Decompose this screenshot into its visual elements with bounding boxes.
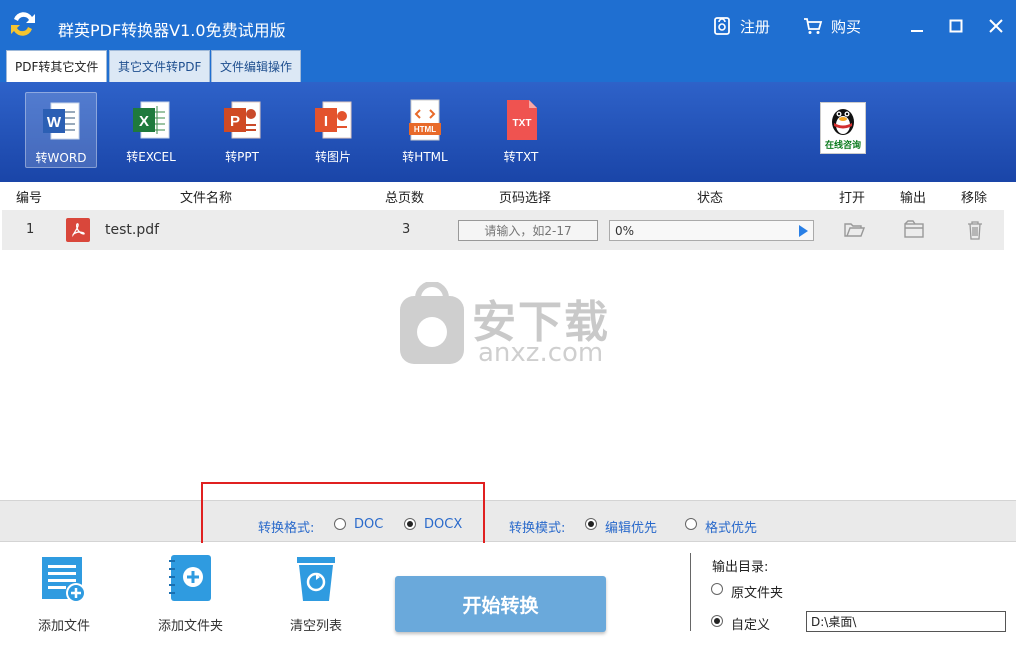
tool-to-html[interactable]: HTML 转HTML bbox=[389, 92, 461, 168]
tab-other-to-pdf[interactable]: 其它文件转PDF bbox=[109, 50, 211, 82]
ppt-icon: P bbox=[224, 101, 261, 139]
tool-to-image[interactable]: I 转图片 bbox=[297, 92, 369, 168]
conversion-toolbar: W 转WORD X 转EXCEL P 转PPT I 转图片 HTML 转HTML… bbox=[0, 82, 1016, 182]
register-label: 注册 bbox=[740, 17, 771, 36]
col-no: 编号 bbox=[16, 191, 43, 206]
online-consult-button[interactable]: 在线咨询 bbox=[820, 102, 866, 154]
add-file-button[interactable]: 添加文件 bbox=[38, 553, 90, 634]
output-folder-icon[interactable] bbox=[903, 220, 925, 240]
start-conversion-button[interactable]: 开始转换 bbox=[395, 576, 606, 632]
tab-bar: PDF转其它文件 其它文件转PDF 文件编辑操作 bbox=[0, 46, 1016, 82]
tool-to-excel-label: 转EXCEL bbox=[126, 150, 176, 164]
pdf-file-icon bbox=[66, 218, 90, 242]
mode-layout-label[interactable]: 格式优先 bbox=[705, 517, 757, 536]
excel-icon-letter: X bbox=[139, 113, 149, 130]
word-icon-letter: W bbox=[47, 114, 62, 131]
ppt-icon-letter: P bbox=[230, 113, 240, 130]
txt-icon-text: TXT bbox=[513, 118, 532, 129]
progress-text: 0% bbox=[615, 224, 635, 238]
tab-file-edit[interactable]: 文件编辑操作 bbox=[211, 50, 302, 82]
qq-penguin-icon bbox=[832, 109, 854, 135]
minimize-button[interactable] bbox=[905, 14, 929, 38]
excel-icon: X bbox=[133, 101, 170, 139]
close-icon bbox=[989, 19, 1003, 33]
col-remove: 移除 bbox=[961, 191, 988, 206]
maximize-button[interactable] bbox=[944, 14, 968, 38]
buy-button[interactable]: 购买 bbox=[803, 15, 861, 37]
tool-to-txt[interactable]: TXT 转TXT bbox=[485, 92, 557, 168]
col-name: 文件名称 bbox=[180, 191, 233, 206]
html-icon: HTML bbox=[409, 99, 441, 141]
image-icon: I bbox=[315, 101, 352, 139]
maximize-icon bbox=[949, 19, 963, 33]
tool-to-html-label: 转HTML bbox=[402, 150, 448, 164]
output-original-label[interactable]: 原文件夹 bbox=[731, 582, 783, 601]
options-bar: 转换格式: DOC DOCX 转换模式: 编辑优先 格式优先 bbox=[0, 500, 1016, 542]
output-custom-radio[interactable] bbox=[711, 615, 723, 627]
col-status: 状态 bbox=[697, 191, 724, 206]
add-folder-icon bbox=[168, 555, 211, 601]
tool-to-txt-label: 转TXT bbox=[503, 150, 539, 164]
tool-to-excel[interactable]: X 转EXCEL bbox=[115, 92, 187, 168]
row-no: 1 bbox=[26, 222, 35, 237]
mode-edit-radio[interactable] bbox=[585, 518, 597, 530]
trash-icon[interactable] bbox=[964, 220, 986, 240]
clear-list-button[interactable]: 清空列表 bbox=[290, 553, 342, 634]
tab-pdf-to-other[interactable]: PDF转其它文件 bbox=[6, 50, 108, 82]
col-range: 页码选择 bbox=[499, 191, 552, 206]
mode-label: 转换模式: bbox=[509, 521, 566, 536]
play-icon[interactable] bbox=[799, 225, 808, 237]
buy-label: 购买 bbox=[831, 17, 862, 36]
bottom-panel: 添加文件 添加文件夹 清空列表 开始转换 输出目录: 原文件夹 自定义 bbox=[0, 543, 1016, 655]
online-consult-label: 在线咨询 bbox=[824, 141, 861, 151]
tool-to-ppt-label: 转PPT bbox=[225, 150, 259, 164]
clear-list-label: 清空列表 bbox=[290, 619, 343, 634]
watermark-en: anxz.com bbox=[478, 338, 604, 368]
col-open: 打开 bbox=[839, 191, 866, 206]
output-custom-label[interactable]: 自定义 bbox=[731, 614, 770, 633]
minimize-icon bbox=[911, 30, 923, 32]
word-icon: W bbox=[43, 102, 80, 140]
output-dir-label: 输出目录: bbox=[712, 560, 769, 575]
add-folder-label: 添加文件夹 bbox=[158, 619, 224, 634]
tool-to-word-label: 转WORD bbox=[35, 151, 87, 165]
output-original-radio[interactable] bbox=[711, 583, 723, 595]
row-file-name: test.pdf bbox=[105, 222, 160, 238]
bottom-divider bbox=[690, 553, 691, 631]
tool-to-word[interactable]: W 转WORD bbox=[25, 92, 97, 168]
register-button[interactable]: 注册 bbox=[712, 15, 770, 37]
html-icon-text: HTML bbox=[414, 125, 436, 134]
table-row[interactable]: 1 test.pdf 3 0% bbox=[2, 210, 1004, 250]
app-logo-icon bbox=[11, 12, 35, 36]
add-folder-button[interactable]: 添加文件夹 bbox=[158, 553, 223, 634]
close-button[interactable] bbox=[984, 14, 1008, 38]
lock-icon bbox=[714, 17, 730, 35]
annotation-highlight-box bbox=[201, 482, 485, 548]
mode-edit-label[interactable]: 编辑优先 bbox=[605, 517, 657, 536]
app-title: 群英PDF转换器V1.0免费试用版 bbox=[58, 21, 286, 40]
col-pages: 总页数 bbox=[385, 191, 425, 206]
add-file-icon bbox=[42, 557, 86, 603]
file-table-header: 编号 文件名称 总页数 页码选择 状态 打开 输出 移除 bbox=[0, 182, 1016, 208]
recycle-bin-icon bbox=[297, 557, 335, 601]
page-range-input[interactable] bbox=[458, 220, 598, 241]
cart-icon bbox=[804, 18, 823, 34]
add-file-label: 添加文件 bbox=[38, 619, 91, 634]
tool-to-image-label: 转图片 bbox=[314, 150, 351, 164]
tool-to-ppt[interactable]: P 转PPT bbox=[206, 92, 278, 168]
txt-icon: TXT bbox=[507, 100, 537, 140]
watermark: 安下载 anxz.com bbox=[398, 281, 628, 372]
conversion-progress: 0% bbox=[609, 220, 814, 241]
open-folder-icon[interactable] bbox=[843, 220, 865, 240]
col-output: 输出 bbox=[900, 191, 927, 206]
mode-layout-radio[interactable] bbox=[685, 518, 697, 530]
row-pages: 3 bbox=[402, 222, 411, 237]
output-path-input[interactable] bbox=[806, 611, 1006, 632]
image-icon-letter: I bbox=[324, 113, 328, 130]
title-bar: 群英PDF转换器V1.0免费试用版 注册 购买 bbox=[0, 0, 1016, 52]
